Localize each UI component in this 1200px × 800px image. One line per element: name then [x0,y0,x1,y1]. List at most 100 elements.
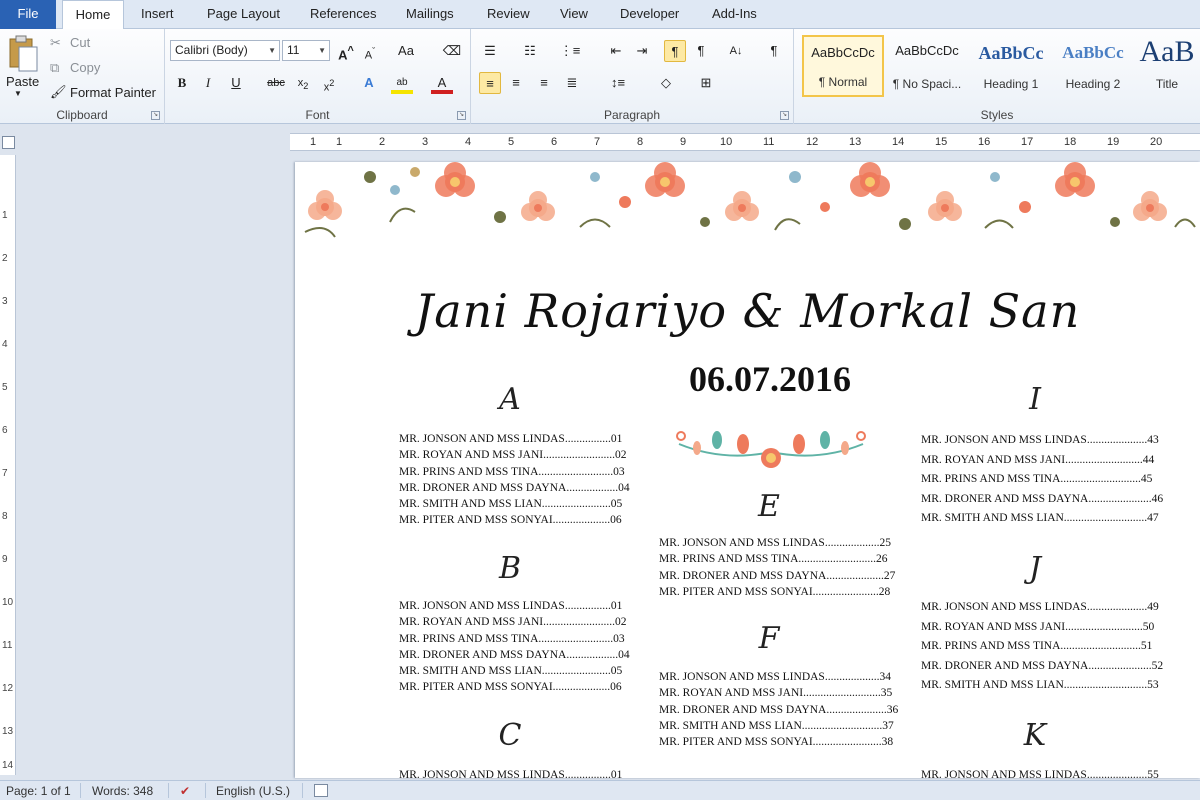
show-formatting-marks-icon[interactable]: ¶ [763,40,785,62]
shrink-font-icon[interactable]: Aˇ [359,40,381,62]
paste-label[interactable]: Paste [6,74,39,89]
copy-icon[interactable]: ⧉ [50,60,59,76]
guest-row[interactable]: MR. SMITH AND MSS LIAN..................… [399,663,630,679]
guest-row[interactable]: MR. SMITH AND MSS LIAN..................… [921,509,1163,529]
document-page[interactable]: Jani Rojariyo & Morkal San 06.07.2016 A … [295,162,1200,778]
format-painter-icon[interactable]: 🖌 [50,84,67,100]
cut-button[interactable]: Cut [70,35,90,50]
guest-row[interactable]: MR. ROYAN AND MSS JANI..................… [921,451,1163,471]
format-painter-button[interactable]: Format Painter [70,85,156,100]
italic-icon[interactable]: I [197,72,219,94]
guest-row[interactable]: MR. PITER AND MSS SONYAI................… [659,584,895,600]
numbering-icon[interactable]: ☷ [519,40,541,62]
guest-row[interactable]: MR. JONSON AND MSS LINDAS...............… [921,431,1163,451]
bullets-icon[interactable]: ☰ [479,40,501,62]
word-count[interactable]: Words: 348 [92,784,153,798]
guest-row[interactable]: MR. JONSON AND MSS LINDAS...............… [659,669,898,685]
guest-row[interactable]: MR. SMITH AND MSS LIAN..................… [659,718,898,734]
style-heading-1[interactable]: AaBbCc Heading 1 [970,35,1052,97]
font-launcher-icon[interactable]: ↘ [457,111,466,120]
guest-row[interactable]: MR. DRONER AND MSS DAYNA................… [921,490,1163,510]
proofing-icon[interactable]: ✔ [180,784,190,798]
guest-row[interactable]: MR. PITER AND MSS SONYAI................… [399,679,630,695]
guest-row[interactable]: MR. PRINS AND MSS TINA..................… [921,637,1163,657]
paste-button[interactable] [6,33,40,77]
guest-row[interactable]: MR. DRONER AND MSS DAYNA................… [399,647,630,663]
guest-row[interactable]: MR. PITER AND MSS SONYAI................… [659,734,898,750]
tab-references[interactable]: References [310,0,376,29]
guest-row[interactable]: MR. ROYAN AND MSS JANI..................… [921,618,1163,638]
guest-row[interactable]: MR. PRINS AND MSS TINA..................… [399,464,630,480]
paste-dropdown-arrow[interactable]: ▼ [14,89,22,98]
guest-row[interactable]: MR. ROYAN AND MSS JANI..................… [399,614,630,630]
justify-icon[interactable]: ≣ [561,72,583,94]
tab-insert[interactable]: Insert [141,0,174,29]
page-count[interactable]: Page: 1 of 1 [6,784,71,798]
language-indicator[interactable]: English (U.S.) [216,784,290,798]
tab-view[interactable]: View [560,0,588,29]
highlight-color-icon[interactable]: ab [391,72,413,94]
cut-icon[interactable]: ✂ [50,35,61,51]
tab-mailings[interactable]: Mailings [406,0,454,29]
font-color-icon[interactable]: A [431,72,453,94]
tab-add-ins[interactable]: Add-Ins [712,0,757,29]
tab-home[interactable]: Home [62,0,124,30]
tab-developer[interactable]: Developer [620,0,679,29]
grow-font-icon[interactable]: A^ [335,40,357,62]
strikethrough-icon[interactable]: abc [265,72,287,94]
subscript-icon[interactable]: x2 [292,72,314,94]
tab-selector[interactable] [2,136,15,149]
couple-names[interactable]: Jani Rojariyo & Morkal San [295,284,1200,338]
shading-icon[interactable]: ◇ [655,72,677,94]
style-no-spacing[interactable]: AaBbCcDc ¶ No Spaci... [886,35,968,97]
guest-row[interactable]: MR. DRONER AND MSS DAYNA................… [399,480,630,496]
line-spacing-icon[interactable]: ↕≡ [607,72,629,94]
underline-icon[interactable]: U [225,72,247,94]
guest-row[interactable]: MR. JONSON AND MSS LINDAS...............… [921,598,1163,618]
guest-row[interactable]: MR. JONSON AND MSS LINDAS...............… [399,431,630,447]
guest-row[interactable]: MR. JONSON AND MSS LINDAS...............… [399,598,630,614]
tab-page-layout[interactable]: Page Layout [207,0,280,29]
guest-row[interactable]: MR. SMITH AND MSS LIAN..................… [921,676,1163,696]
tab-review[interactable]: Review [487,0,530,29]
font-name-combo[interactable]: Calibri (Body) ▼ [170,40,280,61]
guest-row[interactable]: MR. DRONER AND MSS DAYNA................… [659,702,898,718]
horizontal-ruler[interactable]: 1 1 2 3 4 5 6 7 8 9 10 11 12 13 14 15 16… [290,133,1200,151]
macro-record-icon[interactable] [314,784,328,797]
guest-row[interactable]: MR. ROYAN AND MSS JANI..................… [659,685,898,701]
align-left-icon[interactable]: ≡ [479,72,501,94]
ltr-direction-icon[interactable]: ¶ [664,40,686,62]
guest-row[interactable]: MR. DRONER AND MSS DAYNA................… [921,657,1163,677]
rtl-direction-icon[interactable]: ¶ [690,40,712,62]
font-size-combo[interactable]: 11 ▼ [282,40,330,61]
tab-file[interactable]: File [0,0,56,29]
clear-formatting-icon[interactable]: ⌫ [441,40,463,62]
style-normal[interactable]: AaBbCcDc ¶ Normal [802,35,884,97]
guest-row[interactable]: MR. JONSON AND MSS LINDAS...............… [921,767,1159,778]
borders-icon[interactable]: ⊞ [695,72,717,94]
vertical-ruler[interactable]: 1 2 3 4 5 6 7 8 9 10 11 12 13 14 [0,155,16,775]
increase-indent-icon[interactable]: ⇥ [631,40,653,62]
guest-row[interactable]: MR. JONSON AND MSS LINDAS...............… [659,535,895,551]
guest-row[interactable]: MR. JONSON AND MSS LINDAS...............… [399,767,622,778]
guest-row[interactable]: MR. DRONER AND MSS DAYNA................… [659,568,895,584]
align-right-icon[interactable]: ≡ [533,72,555,94]
clipboard-launcher-icon[interactable]: ↘ [151,111,160,120]
text-effects-icon[interactable]: A [358,72,380,94]
guest-row[interactable]: MR. SMITH AND MSS LIAN..................… [399,496,630,512]
copy-button[interactable]: Copy [70,60,100,75]
paragraph-launcher-icon[interactable]: ↘ [780,111,789,120]
guest-row[interactable]: MR. PRINS AND MSS TINA..................… [399,631,630,647]
change-case-icon[interactable]: Aa [395,40,417,62]
guest-row[interactable]: MR. PRINS AND MSS TINA..................… [659,551,895,567]
multilevel-list-icon[interactable]: ⋮≡ [559,40,581,62]
sort-icon[interactable]: A↓ [725,40,747,62]
guest-row[interactable]: MR. PRINS AND MSS TINA..................… [921,470,1163,490]
align-center-icon[interactable]: ≡ [505,72,527,94]
guest-row[interactable]: MR. PITER AND MSS SONYAI................… [399,512,630,528]
bold-icon[interactable]: B [171,72,193,94]
style-heading-2[interactable]: AaBbCc Heading 2 [1052,35,1134,97]
style-title[interactable]: AaB Title [1134,35,1200,97]
decrease-indent-icon[interactable]: ⇤ [605,40,627,62]
guest-row[interactable]: MR. ROYAN AND MSS JANI..................… [399,447,630,463]
